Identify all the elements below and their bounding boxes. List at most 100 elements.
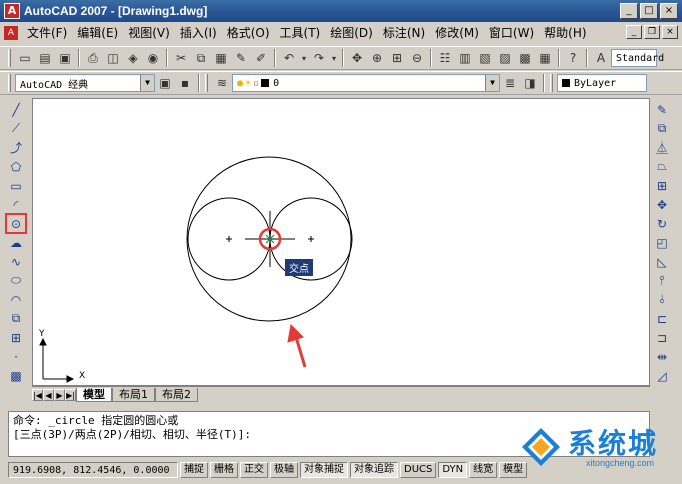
menu-format[interactable]: 格式(O) — [222, 23, 275, 43]
print-icon[interactable]: ⎙ — [83, 48, 103, 68]
rectangle-icon[interactable]: ▭ — [6, 176, 26, 195]
print-preview-icon[interactable]: ◫ — [103, 48, 123, 68]
close-button[interactable]: × — [660, 3, 678, 19]
circle-icon[interactable]: ⊙ — [5, 213, 27, 234]
color-select[interactable]: ByLayer — [557, 74, 647, 92]
toolbar-grip[interactable] — [8, 74, 11, 92]
sheet-set-icon[interactable]: ▨ — [495, 48, 515, 68]
revision-cloud-icon[interactable]: ☁ — [6, 233, 26, 252]
properties-icon[interactable]: ☷ — [435, 48, 455, 68]
redo-dropdown-icon[interactable]: ▾ — [329, 48, 339, 68]
copy-object-icon[interactable]: ⧉ — [652, 119, 672, 138]
polyline-icon[interactable]: ⤴ — [6, 138, 26, 157]
extend-icon[interactable]: ⫰ — [652, 290, 672, 309]
drawing-canvas[interactable]: Y X 交点 — [32, 98, 650, 386]
move-icon[interactable]: ✥ — [652, 195, 672, 214]
toolbar-grip[interactable] — [550, 74, 553, 92]
workspace-settings-icon[interactable]: ▣ — [155, 73, 175, 93]
lineweight-toggle[interactable]: 线宽 — [469, 462, 498, 478]
break-at-point-icon[interactable]: ⊏ — [652, 309, 672, 328]
point-icon[interactable]: · — [6, 347, 26, 366]
hatch-icon[interactable]: ▩ — [6, 366, 26, 385]
break-icon[interactable]: ⊐ — [652, 328, 672, 347]
zoom-window-icon[interactable]: ⊞ — [387, 48, 407, 68]
toolbar-grip[interactable] — [8, 49, 11, 67]
doc-close-button[interactable]: × — [662, 25, 678, 39]
doc-restore-button[interactable]: ❐ — [644, 25, 660, 39]
menu-view[interactable]: 视图(V) — [123, 23, 175, 43]
stretch-icon[interactable]: ◺ — [652, 252, 672, 271]
document-icon[interactable]: A — [4, 26, 18, 40]
undo-dropdown-icon[interactable]: ▾ — [299, 48, 309, 68]
menu-edit[interactable]: 编辑(E) — [72, 23, 123, 43]
dyn-toggle[interactable]: DYN — [438, 462, 468, 478]
menu-draw[interactable]: 绘图(D) — [325, 23, 378, 43]
line-icon[interactable]: ╱ — [6, 100, 26, 119]
3d-dwf-icon[interactable]: ◉ — [143, 48, 163, 68]
menu-file[interactable]: 文件(F) — [22, 23, 72, 43]
first-tab-icon[interactable]: |◀ — [32, 388, 43, 401]
text-style-icon[interactable]: A — [591, 48, 611, 68]
new-icon[interactable]: ▭ — [15, 48, 35, 68]
zoom-previous-icon[interactable]: ⊖ — [407, 48, 427, 68]
text-style-select[interactable]: Standard — [611, 49, 664, 67]
tool-palettes-icon[interactable]: ▧ — [475, 48, 495, 68]
toolbar-grip[interactable] — [205, 74, 208, 92]
menu-dimension[interactable]: 标注(N) — [378, 23, 430, 43]
menu-help[interactable]: 帮助(H) — [539, 23, 591, 43]
tab-model[interactable]: 模型 — [76, 387, 112, 402]
next-tab-icon[interactable]: ▶ — [54, 388, 65, 401]
save-icon[interactable]: ▣ — [55, 48, 75, 68]
open-icon[interactable]: ▤ — [35, 48, 55, 68]
ducs-toggle[interactable]: DUCS — [400, 462, 437, 478]
pan-icon[interactable]: ✥ — [347, 48, 367, 68]
scale-icon[interactable]: ◰ — [652, 233, 672, 252]
offset-icon[interactable]: ⏢ — [652, 157, 672, 176]
undo-icon[interactable]: ↶ — [279, 48, 299, 68]
maximize-button[interactable]: □ — [640, 3, 658, 19]
ellipse-icon[interactable]: ⬭ — [6, 271, 26, 290]
tab-layout1[interactable]: 布局1 — [112, 387, 155, 402]
doc-minimize-button[interactable]: _ — [626, 25, 642, 39]
cut-icon[interactable]: ✂ — [171, 48, 191, 68]
layer-select[interactable]: ● ☀ ▫ 0 ▼ — [232, 74, 500, 92]
menu-modify[interactable]: 修改(M) — [430, 23, 484, 43]
zoom-realtime-icon[interactable]: ⊕ — [367, 48, 387, 68]
erase-icon[interactable]: ✎ — [652, 100, 672, 119]
help-icon[interactable]: ? — [563, 48, 583, 68]
rotate-icon[interactable]: ↻ — [652, 214, 672, 233]
publish-icon[interactable]: ◈ — [123, 48, 143, 68]
prev-tab-icon[interactable]: ◀ — [43, 388, 54, 401]
minimize-button[interactable]: _ — [620, 3, 638, 19]
copy-icon[interactable]: ⧉ — [191, 48, 211, 68]
make-current-layer-icon[interactable]: ≣ — [500, 73, 520, 93]
insert-block-icon[interactable]: ⧉ — [6, 309, 26, 328]
ellipse-arc-icon[interactable]: ◠ — [6, 290, 26, 309]
grid-toggle[interactable]: 栅格 — [210, 462, 238, 478]
ortho-toggle[interactable]: 正交 — [240, 462, 268, 478]
construction-line-icon[interactable]: ⟋ — [6, 119, 26, 138]
menu-insert[interactable]: 插入(I) — [175, 23, 222, 43]
tab-layout2[interactable]: 布局2 — [155, 387, 198, 402]
workspace-select[interactable]: AutoCAD 经典 ▼ — [15, 74, 155, 92]
coordinates-display[interactable]: 919.6908, 812.4546, 0.0000 — [8, 462, 178, 478]
otrack-toggle[interactable]: 对象追踪 — [350, 462, 398, 478]
calculator-icon[interactable]: ▦ — [535, 48, 555, 68]
mirror-icon[interactable]: ⏅ — [652, 138, 672, 157]
layer-manager-icon[interactable]: ≋ — [212, 73, 232, 93]
match-properties-icon[interactable]: ✎ — [231, 48, 251, 68]
make-block-icon[interactable]: ⊞ — [6, 328, 26, 347]
polar-toggle[interactable]: 极轴 — [270, 462, 298, 478]
arc-icon[interactable]: ◜ — [6, 195, 26, 214]
spline-icon[interactable]: ∿ — [6, 252, 26, 271]
polygon-icon[interactable]: ⬠ — [6, 157, 26, 176]
layer-previous-icon[interactable]: ◨ — [520, 73, 540, 93]
paste-icon[interactable]: ▦ — [211, 48, 231, 68]
join-icon[interactable]: ⇹ — [652, 347, 672, 366]
redo-icon[interactable]: ↷ — [309, 48, 329, 68]
menu-window[interactable]: 窗口(W) — [484, 23, 539, 43]
block-editor-icon[interactable]: ✐ — [251, 48, 271, 68]
design-center-icon[interactable]: ▥ — [455, 48, 475, 68]
markup-icon[interactable]: ▩ — [515, 48, 535, 68]
trim-icon[interactable]: ⫯ — [652, 271, 672, 290]
